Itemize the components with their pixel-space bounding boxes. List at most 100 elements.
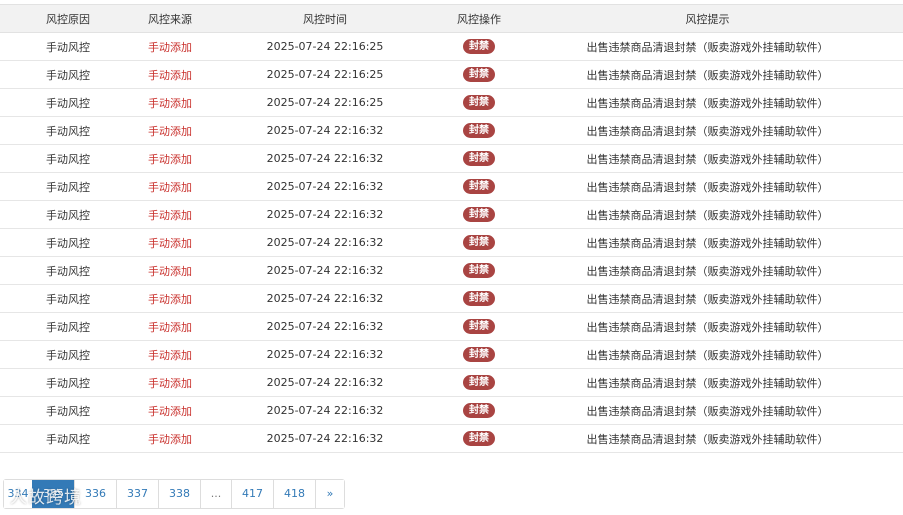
table-header-row: 风控原因 风控来源 风控时间 风控操作 风控提示: [0, 4, 903, 33]
cell-reason: 手动风控: [0, 32, 136, 61]
cell-action: 封禁: [446, 312, 512, 341]
cell-action: 封禁: [446, 116, 512, 145]
col-header-hint: 风控提示: [512, 4, 903, 33]
cell-time: 2025-07-24 22:16:25: [204, 32, 446, 61]
pagination-page-335[interactable]: 335: [32, 480, 74, 508]
cell-action: 封禁: [446, 340, 512, 369]
table-row: 手动风控 手动添加 2025-07-24 22:16:32 封禁 出售违禁商品清退封禁（…: [0, 144, 903, 173]
cell-time: 2025-07-24 22:16:32: [204, 340, 446, 369]
pagination-next[interactable]: »: [315, 480, 344, 508]
ban-badge: 封禁: [463, 403, 495, 418]
cell-time: 2025-07-24 22:16:32: [204, 256, 446, 285]
col-header-action: 风控操作: [446, 4, 512, 33]
cell-hint: 出售违禁商品清退封禁（贩卖游戏外挂辅助软件）: [512, 340, 903, 369]
cell-reason: 手动风控: [0, 284, 136, 313]
cell-action: 封禁: [446, 256, 512, 285]
pagination-page-417[interactable]: 417: [231, 480, 273, 508]
cell-source: 手动添加: [136, 116, 204, 145]
cell-action: 封禁: [446, 396, 512, 425]
pagination-page-334[interactable]: 334: [4, 480, 32, 508]
cell-time: 2025-07-24 22:16:32: [204, 144, 446, 173]
cell-reason: 手动风控: [0, 172, 136, 201]
cell-time: 2025-07-24 22:16:32: [204, 228, 446, 257]
cell-time: 2025-07-24 22:16:32: [204, 396, 446, 425]
table-row: 手动风控 手动添加 2025-07-24 22:16:32 封禁 出售违禁商品清退封禁（…: [0, 340, 903, 369]
table-row: 手动风控 手动添加 2025-07-24 22:16:25 封禁 出售违禁商品清退封禁（…: [0, 88, 903, 117]
cell-reason: 手动风控: [0, 116, 136, 145]
pagination-page-418[interactable]: 418: [273, 480, 315, 508]
ban-badge: 封禁: [463, 67, 495, 82]
table-row: 手动风控 手动添加 2025-07-24 22:16:32 封禁 出售违禁商品清退封禁（…: [0, 116, 903, 145]
cell-time: 2025-07-24 22:16:32: [204, 116, 446, 145]
table-row: 手动风控 手动添加 2025-07-24 22:16:25 封禁 出售违禁商品清退封禁（…: [0, 60, 903, 89]
cell-hint: 出售违禁商品清退封禁（贩卖游戏外挂辅助软件）: [512, 200, 903, 229]
cell-hint: 出售违禁商品清退封禁（贩卖游戏外挂辅助软件）: [512, 424, 903, 453]
cell-reason: 手动风控: [0, 200, 136, 229]
cell-hint: 出售违禁商品清退封禁（贩卖游戏外挂辅助软件）: [512, 144, 903, 173]
cell-hint: 出售违禁商品清退封禁（贩卖游戏外挂辅助软件）: [512, 228, 903, 257]
cell-time: 2025-07-24 22:16:32: [204, 284, 446, 313]
cell-hint: 出售违禁商品清退封禁（贩卖游戏外挂辅助软件）: [512, 368, 903, 397]
pagination-page-338[interactable]: 338: [158, 480, 200, 508]
ban-badge: 封禁: [463, 123, 495, 138]
pagination-page-336[interactable]: 336: [74, 480, 116, 508]
table-body: 手动风控 手动添加 2025-07-24 22:16:25 封禁 出售违禁商品清退封禁（…: [0, 32, 903, 453]
cell-source: 手动添加: [136, 88, 204, 117]
cell-source: 手动添加: [136, 368, 204, 397]
table-row: 手动风控 手动添加 2025-07-24 22:16:32 封禁 出售违禁商品清退封禁（…: [0, 228, 903, 257]
table-row: 手动风控 手动添加 2025-07-24 22:16:25 封禁 出售违禁商品清退封禁（…: [0, 32, 903, 61]
col-header-source: 风控来源: [136, 4, 204, 33]
cell-source: 手动添加: [136, 340, 204, 369]
ban-badge: 封禁: [463, 431, 495, 446]
cell-reason: 手动风控: [0, 368, 136, 397]
cell-hint: 出售违禁商品清退封禁（贩卖游戏外挂辅助软件）: [512, 88, 903, 117]
ban-badge: 封禁: [463, 375, 495, 390]
cell-source: 手动添加: [136, 256, 204, 285]
ban-badge: 封禁: [463, 319, 495, 334]
cell-hint: 出售违禁商品清退封禁（贩卖游戏外挂辅助软件）: [512, 172, 903, 201]
cell-reason: 手动风控: [0, 340, 136, 369]
cell-action: 封禁: [446, 60, 512, 89]
cell-reason: 手动风控: [0, 256, 136, 285]
cell-source: 手动添加: [136, 60, 204, 89]
cell-reason: 手动风控: [0, 424, 136, 453]
cell-source: 手动添加: [136, 144, 204, 173]
cell-reason: 手动风控: [0, 312, 136, 341]
pagination-ellipsis: ...: [200, 480, 231, 508]
cell-hint: 出售违禁商品清退封禁（贩卖游戏外挂辅助软件）: [512, 312, 903, 341]
ban-badge: 封禁: [463, 263, 495, 278]
cell-reason: 手动风控: [0, 396, 136, 425]
ban-badge: 封禁: [463, 291, 495, 306]
cell-source: 手动添加: [136, 396, 204, 425]
table-row: 手动风控 手动添加 2025-07-24 22:16:32 封禁 出售违禁商品清退封禁（…: [0, 172, 903, 201]
ban-badge: 封禁: [463, 347, 495, 362]
cell-source: 手动添加: [136, 32, 204, 61]
cell-time: 2025-07-24 22:16:32: [204, 312, 446, 341]
cell-time: 2025-07-24 22:16:32: [204, 368, 446, 397]
cell-time: 2025-07-24 22:16:32: [204, 200, 446, 229]
cell-action: 封禁: [446, 424, 512, 453]
cell-source: 手动添加: [136, 424, 204, 453]
cell-reason: 手动风控: [0, 144, 136, 173]
cell-time: 2025-07-24 22:16:25: [204, 88, 446, 117]
cell-time: 2025-07-24 22:16:32: [204, 172, 446, 201]
ban-badge: 封禁: [463, 235, 495, 250]
cell-action: 封禁: [446, 32, 512, 61]
risk-control-table: 风控原因 风控来源 风控时间 风控操作 风控提示 手动风控 手动添加 2025-07…: [0, 4, 903, 453]
cell-action: 封禁: [446, 228, 512, 257]
table-row: 手动风控 手动添加 2025-07-24 22:16:32 封禁 出售违禁商品清退封禁（…: [0, 256, 903, 285]
cell-source: 手动添加: [136, 172, 204, 201]
cell-time: 2025-07-24 22:16:32: [204, 424, 446, 453]
cell-action: 封禁: [446, 368, 512, 397]
cell-action: 封禁: [446, 284, 512, 313]
cell-hint: 出售违禁商品清退封禁（贩卖游戏外挂辅助软件）: [512, 284, 903, 313]
cell-reason: 手动风控: [0, 60, 136, 89]
cell-action: 封禁: [446, 200, 512, 229]
cell-source: 手动添加: [136, 312, 204, 341]
table-row: 手动风控 手动添加 2025-07-24 22:16:32 封禁 出售违禁商品清退封禁（…: [0, 368, 903, 397]
pagination-page-337[interactable]: 337: [116, 480, 158, 508]
cell-action: 封禁: [446, 172, 512, 201]
cell-action: 封禁: [446, 144, 512, 173]
pagination: 334 335 336 337 338... 417 418»: [3, 479, 345, 509]
ban-badge: 封禁: [463, 151, 495, 166]
